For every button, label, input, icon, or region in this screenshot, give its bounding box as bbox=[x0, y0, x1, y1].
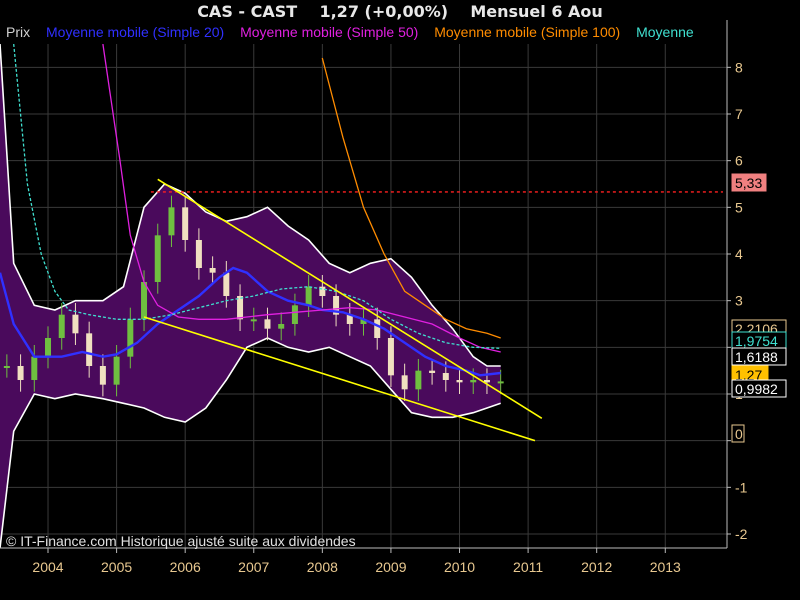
candle-body bbox=[387, 338, 394, 376]
candle-body bbox=[182, 207, 189, 240]
candle-body bbox=[86, 333, 93, 366]
candle-body bbox=[497, 381, 504, 384]
plot-area bbox=[0, 44, 727, 548]
candle-body bbox=[141, 282, 148, 320]
y-tick-label: 3 bbox=[735, 293, 743, 309]
x-tick-label: 2010 bbox=[444, 559, 475, 575]
x-tick-label: 2007 bbox=[238, 559, 269, 575]
candle-body bbox=[470, 380, 477, 383]
candle-body bbox=[3, 366, 10, 368]
candle-body bbox=[374, 319, 381, 338]
candle-body bbox=[31, 356, 38, 380]
price-label: 0 bbox=[735, 426, 743, 442]
candle-body bbox=[113, 356, 120, 385]
x-tick-label: 2009 bbox=[375, 559, 406, 575]
candle-body bbox=[291, 305, 298, 324]
y-tick-label: 8 bbox=[735, 59, 743, 75]
x-tick-label: 2005 bbox=[101, 559, 132, 575]
candle-body bbox=[401, 375, 408, 390]
x-tick-label: 2013 bbox=[650, 559, 681, 575]
candle-body bbox=[58, 314, 65, 338]
y-tick-label: -2 bbox=[735, 526, 748, 542]
candle-body bbox=[17, 366, 24, 380]
x-tick-label: 2006 bbox=[170, 559, 201, 575]
candle-body bbox=[209, 268, 216, 273]
candle-body bbox=[456, 380, 463, 383]
candle-body bbox=[264, 319, 271, 329]
candle-body bbox=[415, 370, 422, 390]
candle-body bbox=[250, 319, 257, 322]
y-tick-label: -1 bbox=[735, 479, 748, 495]
x-tick-label: 2008 bbox=[307, 559, 338, 575]
candle-body bbox=[72, 314, 79, 334]
candle-body bbox=[305, 286, 312, 306]
y-tick-label: 7 bbox=[735, 106, 743, 122]
y-tick-label: 4 bbox=[735, 246, 743, 262]
x-tick-label: 2011 bbox=[513, 559, 543, 575]
copyright-footer: © IT-Finance.com Historique ajusté suite… bbox=[6, 533, 356, 549]
candle-body bbox=[237, 296, 244, 320]
x-tick-label: 2004 bbox=[32, 559, 63, 575]
chart[interactable]: -2-1123456782004200520062007200820092010… bbox=[0, 0, 800, 600]
candle-body bbox=[168, 207, 175, 236]
candle-body bbox=[195, 240, 202, 268]
price-label: 1,6188 bbox=[735, 349, 778, 365]
candle-body bbox=[429, 370, 436, 373]
candle-body bbox=[278, 324, 285, 329]
candle-body bbox=[223, 272, 230, 296]
y-tick-label: 5 bbox=[735, 199, 743, 215]
price-label: 1,9754 bbox=[735, 333, 778, 349]
candle-body bbox=[154, 235, 161, 282]
price-label: 0,9982 bbox=[735, 381, 778, 397]
candle-body bbox=[45, 338, 52, 357]
y-tick-label: 6 bbox=[735, 153, 743, 169]
candle-body bbox=[442, 373, 449, 380]
candle-body bbox=[99, 366, 106, 385]
x-tick-label: 2012 bbox=[581, 559, 612, 575]
price-label: 5,33 bbox=[735, 175, 762, 191]
candle-body bbox=[127, 319, 134, 357]
